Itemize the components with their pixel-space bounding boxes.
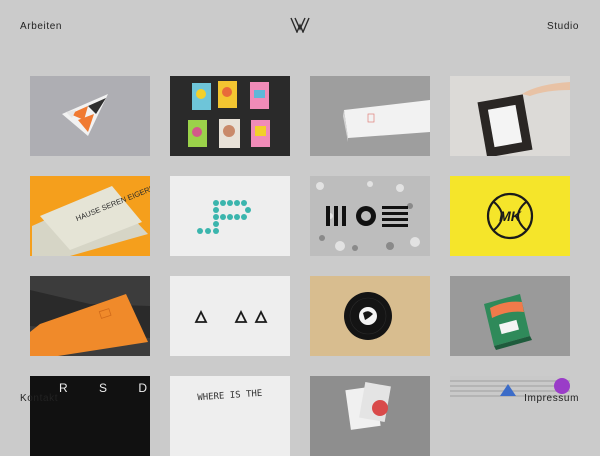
vinyl-record-image	[310, 276, 430, 356]
gravel-typography-image	[310, 176, 430, 256]
dotted-p-letter-image	[170, 176, 290, 256]
orange-folder-image	[30, 276, 150, 356]
nav-arbeiten-link[interactable]: Arbeiten	[20, 21, 62, 32]
poster-wall-image	[170, 76, 290, 156]
project-tile-framed-artwork[interactable]	[450, 76, 570, 156]
origami-triangle-image	[30, 76, 150, 156]
triangle-marks-image	[170, 276, 290, 356]
w-monogram-logo[interactable]	[290, 17, 310, 34]
project-tile-paper-collage[interactable]	[310, 376, 430, 456]
project-tile-origami-triangle[interactable]	[30, 76, 150, 156]
framed-artwork-image	[450, 76, 570, 156]
nav-kontakt-link[interactable]: Kontakt	[20, 393, 58, 404]
project-tile-triangle-marks[interactable]	[170, 276, 290, 356]
nav-studio-link[interactable]: Studio	[547, 21, 579, 32]
project-tile-poster-wall[interactable]	[170, 76, 290, 156]
project-tile-stadium-photo[interactable]	[450, 376, 570, 456]
mk-monogram: MK	[499, 208, 522, 224]
project-tile-orange-book-cover[interactable]: HAUSE SEREN EIGERN	[30, 176, 150, 256]
drsd-lettering-image: D R S D	[30, 376, 150, 456]
paper-collage-image	[310, 376, 430, 456]
w-logo-icon	[290, 17, 310, 34]
white-book-box-image	[310, 76, 430, 156]
project-tile-white-book-box[interactable]	[310, 76, 430, 156]
project-tile-dotted-p[interactable]	[170, 176, 290, 256]
mk-tennis-logo-image: MK	[450, 176, 570, 256]
orange-book-cover-image: HAUSE SEREN EIGERN	[30, 176, 150, 256]
project-tile-mk-tennis-logo[interactable]: MK	[450, 176, 570, 256]
project-tile-handwritten-quote[interactable]: WHERE IS THE	[170, 376, 290, 456]
project-tile-drsd-lettering[interactable]: D R S D	[30, 376, 150, 456]
nav-impressum-link[interactable]: Impressum	[524, 393, 579, 404]
handwritten-quote-image: WHERE IS THE	[170, 376, 290, 456]
project-tile-green-book[interactable]	[450, 276, 570, 356]
green-book-image	[450, 276, 570, 356]
project-tile-gravel-typography[interactable]	[310, 176, 430, 256]
stadium-photo-image	[450, 376, 570, 456]
project-tile-orange-folder[interactable]	[30, 276, 150, 356]
project-tile-vinyl-record[interactable]	[310, 276, 430, 356]
